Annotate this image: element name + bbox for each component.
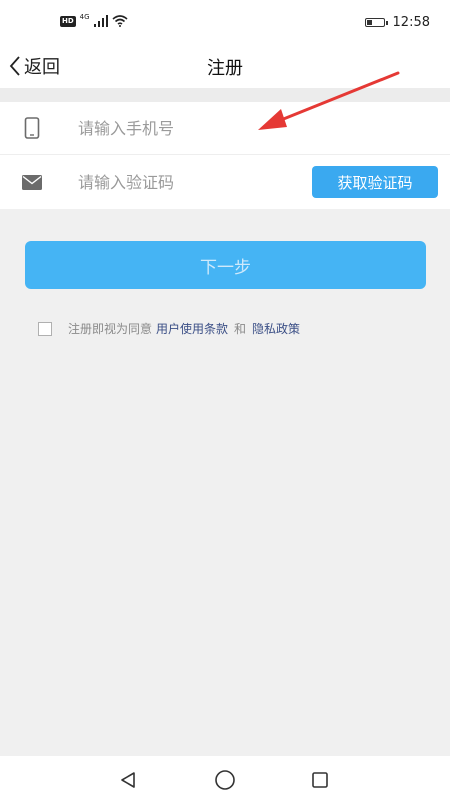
privacy-link[interactable]: 隐私政策 (252, 320, 300, 337)
hd-badge: HD (60, 15, 76, 27)
network-type-label: 4G (79, 13, 90, 21)
battery-fill (366, 19, 372, 25)
mail-icon (20, 170, 44, 194)
status-bar: HD 4G 12:58 (0, 0, 450, 44)
phone-icon (20, 116, 44, 140)
status-left: HD 4G (60, 13, 128, 28)
signal-icon (93, 15, 108, 27)
agreement-checkbox[interactable] (38, 321, 52, 336)
wifi-icon (112, 15, 128, 27)
top-gap (0, 88, 450, 102)
agreement-prefix: 注册即视为同意 (68, 322, 153, 336)
system-nav-bar (0, 756, 450, 800)
code-row: 获取验证码 (0, 155, 450, 209)
phone-input[interactable] (76, 117, 290, 139)
status-right: 12:58 (364, 14, 430, 30)
circle-home-icon[interactable] (213, 768, 237, 792)
battery-icon (364, 17, 388, 27)
terms-link[interactable]: 用户使用条款 (156, 320, 228, 337)
status-time: 12:58 (392, 14, 430, 30)
next-button[interactable]: 下一步 (25, 241, 426, 289)
get-code-button[interactable]: 获取验证码 (312, 166, 438, 198)
nav-bar: 返回 注册 (0, 44, 450, 88)
agreement-and: 和 (234, 322, 247, 336)
agreement-row: 注册即视为同意 用户使用条款 和 隐私政策 (38, 320, 304, 337)
phone-row (0, 102, 450, 155)
square-recent-icon[interactable] (308, 768, 332, 792)
page-title: 注册 (207, 58, 243, 79)
code-input[interactable] (76, 171, 290, 193)
triangle-back-icon[interactable] (116, 768, 140, 792)
